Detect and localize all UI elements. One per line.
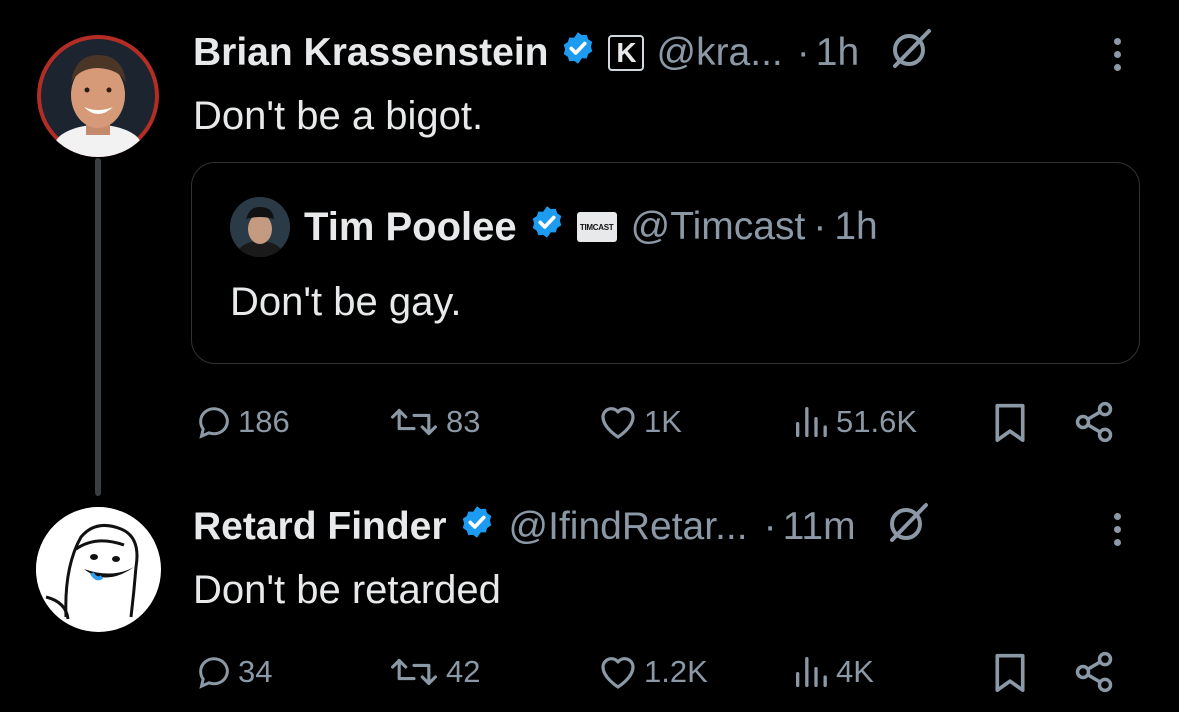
views-chart-icon	[796, 657, 827, 687]
reply-icon	[199, 407, 229, 439]
like-count: 1.2K	[644, 654, 708, 689]
share-button[interactable]	[1072, 650, 1120, 694]
repost-button[interactable]: 83	[386, 402, 480, 442]
like-button[interactable]: 1.2K	[596, 652, 708, 692]
separator-dot: ·	[763, 505, 777, 548]
reply-count: 34	[238, 654, 273, 689]
views-button[interactable]: 51.6K	[790, 402, 917, 442]
avatar-photo-icon	[41, 39, 155, 157]
avatar-photo-icon	[230, 197, 290, 257]
repost-count: 42	[446, 654, 481, 689]
author-name[interactable]: Retard Finder	[193, 505, 447, 549]
share-button[interactable]	[1072, 400, 1120, 444]
tweet-text: Don't be a bigot.	[193, 94, 484, 138]
bookmark-icon	[995, 653, 1025, 692]
thread-connector-line	[95, 158, 101, 496]
repost-icon	[391, 408, 437, 436]
tweet-2-header: Retard Finder @IfindRetar... · 11m	[193, 503, 930, 550]
reply-button[interactable]: 34	[194, 652, 272, 692]
repost-count: 83	[446, 404, 481, 439]
share-icon	[1075, 651, 1113, 693]
more-options-icon[interactable]	[1114, 38, 1122, 77]
more-options-icon[interactable]	[1114, 513, 1122, 552]
author-handle[interactable]: @IfindRetar...	[509, 505, 748, 549]
verified-badge-icon	[529, 204, 565, 250]
separator-dot: ·	[796, 31, 810, 74]
timestamp[interactable]: 11m	[783, 505, 856, 549]
reply-icon	[199, 657, 229, 689]
avatar-retard-finder[interactable]	[36, 507, 161, 632]
heart-icon	[601, 407, 635, 439]
bookmark-button[interactable]	[990, 400, 1034, 444]
affiliate-badge-icon[interactable]: K	[608, 35, 645, 71]
tweet-text: Don't be retarded	[193, 568, 501, 612]
grok-icon[interactable]	[884, 499, 930, 555]
affiliate-badge-icon[interactable]: TIMCAST	[576, 212, 617, 242]
quote-author-name[interactable]: Tim Poolee	[304, 205, 517, 250]
avatar-tim[interactable]	[230, 197, 290, 257]
views-count: 51.6K	[836, 404, 918, 439]
avatar-drawing-icon	[36, 507, 160, 631]
repost-icon	[391, 658, 437, 686]
quote-timestamp[interactable]: 1h	[834, 205, 877, 249]
like-count: 1K	[644, 404, 682, 439]
quote-tweet-text: Don't be gay.	[230, 280, 462, 324]
views-count: 4K	[836, 654, 874, 689]
author-handle[interactable]: @kra...	[656, 31, 782, 75]
views-chart-icon	[796, 407, 827, 437]
quote-author-handle[interactable]: @Timcast	[631, 205, 806, 249]
separator-dot: ·	[813, 205, 827, 248]
quote-tweet-card[interactable]	[191, 162, 1140, 364]
bookmark-button[interactable]	[990, 650, 1034, 694]
verified-badge-icon	[560, 30, 596, 76]
timestamp[interactable]: 1h	[816, 31, 859, 75]
verified-badge-icon	[459, 504, 495, 550]
reply-count: 186	[238, 404, 290, 439]
heart-icon	[601, 657, 635, 689]
author-name[interactable]: Brian Krassenstein	[193, 31, 548, 75]
share-icon	[1075, 401, 1113, 443]
bookmark-icon	[995, 403, 1025, 442]
quote-header: Tim Poolee TIMCAST @Timcast · 1h	[304, 204, 878, 250]
views-button[interactable]: 4K	[790, 652, 874, 692]
like-button[interactable]: 1K	[596, 402, 682, 442]
reply-button[interactable]: 186	[194, 402, 290, 442]
avatar-brian[interactable]	[37, 35, 159, 157]
repost-button[interactable]: 42	[386, 652, 480, 692]
grok-icon[interactable]	[887, 25, 933, 81]
tweet-1-header: Brian Krassenstein K @kra... · 1h	[193, 29, 933, 76]
